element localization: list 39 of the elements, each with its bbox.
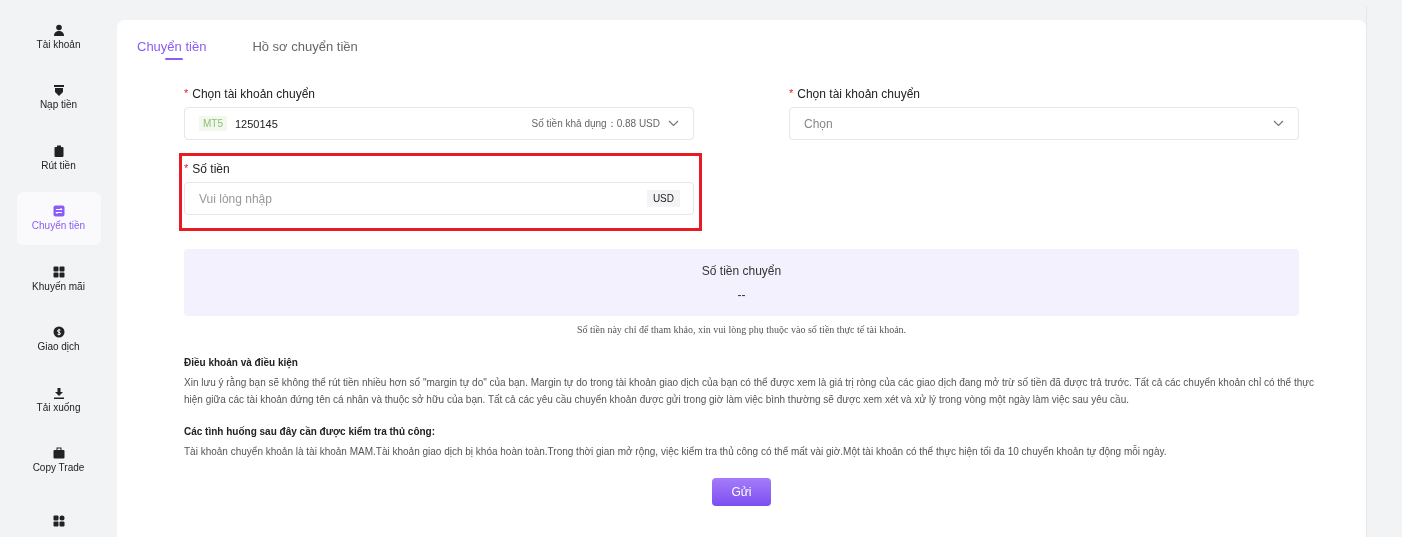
sidebar-item[interactable]: Copy Trade [16, 433, 101, 487]
reference-note: Số tiền này chỉ để tham khảo, xin vui lòng phụ thuộc vào số tiền thực tế tài khoản. [575, 324, 908, 335]
grid-icon [52, 265, 65, 278]
sidebar-item[interactable]: Chuyển tiền [16, 191, 101, 245]
required-mark: * [184, 87, 189, 101]
account-select[interactable]: MT5 1250145 Số tiền khả dụng：0.88 USD [184, 107, 694, 140]
platform-tag: MT5 [199, 116, 227, 131]
field-label: Chọn tài khoản chuyển [797, 87, 921, 101]
summary-title: Số tiền chuyển [701, 263, 782, 278]
required-mark: * [789, 87, 794, 101]
sidebar-item[interactable]: Tài khoản [16, 10, 101, 63]
field-label: Số tiền [192, 162, 230, 176]
download-icon [52, 386, 65, 399]
summary-value: -- [737, 287, 746, 302]
currency-unit: USD [646, 190, 680, 207]
briefcase-icon [52, 447, 65, 459]
sidebar-item[interactable]: Rút tiền [16, 131, 101, 184]
transfer-icon [52, 205, 65, 217]
account-select[interactable]: Chọn [789, 107, 1299, 140]
sidebar-item[interactable]: Giao dịch [16, 312, 101, 366]
person-icon [52, 23, 65, 36]
required-mark: * [184, 162, 189, 176]
field-label: Chọn tài khoản chuyển [192, 87, 316, 101]
terms-paragraph: Xin lưu ý rằng bạn sẽ không thể rút tiền nhiều hơn số "margin tự do" của bạn. Margin tự do trong tài khoản giao dịch của bạn có thể được xem là giá trị ròng của các giao dịch đang mở trừ số tiền đã được trả trước. Tất cả các chuyển khoản chỉ có thể thực hiện giữa các tài khoản đứng tên cá nhân và thuộc sở hữu của bạn. Tất cả các yêu cầu chuyển khoản được gửi trong giờ làm việc bình thường sẽ được xem xét và xử lý trong vòng một ngày làm việc sau yêu cầu. [184, 375, 1314, 407]
sidebar-item[interactable]: Nạp tiền [16, 70, 101, 124]
tab[interactable]: Hồ sơ chuyển tiền [252, 31, 358, 60]
tab[interactable]: Chuyển tiền [137, 31, 207, 60]
submit-button[interactable]: Gửi [712, 478, 771, 506]
terms-heading: Các tình huống sau đây cần được kiểm tra thủ công: [184, 426, 437, 437]
chevron-down-icon [1273, 120, 1284, 127]
apps-icon [52, 514, 65, 527]
dollar-coin-icon [52, 326, 65, 338]
terms-paragraph: Tài khoản chuyển khoản là tài khoản MAM.Tài khoản giao dịch bị khóa hoàn toàn.Trong thời gian mở rộng, việc kiểm tra thủ công có thể mất vài giờ.Một tài khoản có thể thực hiện tối đa 10 chuyển khoản tự động mỗi ngày. [184, 444, 1168, 459]
account-number: 1250145 [235, 117, 279, 130]
sidebar-item[interactable]: Khuyến mãi [16, 252, 101, 305]
available-balance: Số tiền khả dụng：0.88 USD [531, 116, 660, 131]
terms-heading: Điều khoản và điều kiện [184, 357, 299, 368]
sidebar-item[interactable]: Tải xuống [16, 373, 101, 426]
chevron-down-icon [668, 120, 679, 127]
